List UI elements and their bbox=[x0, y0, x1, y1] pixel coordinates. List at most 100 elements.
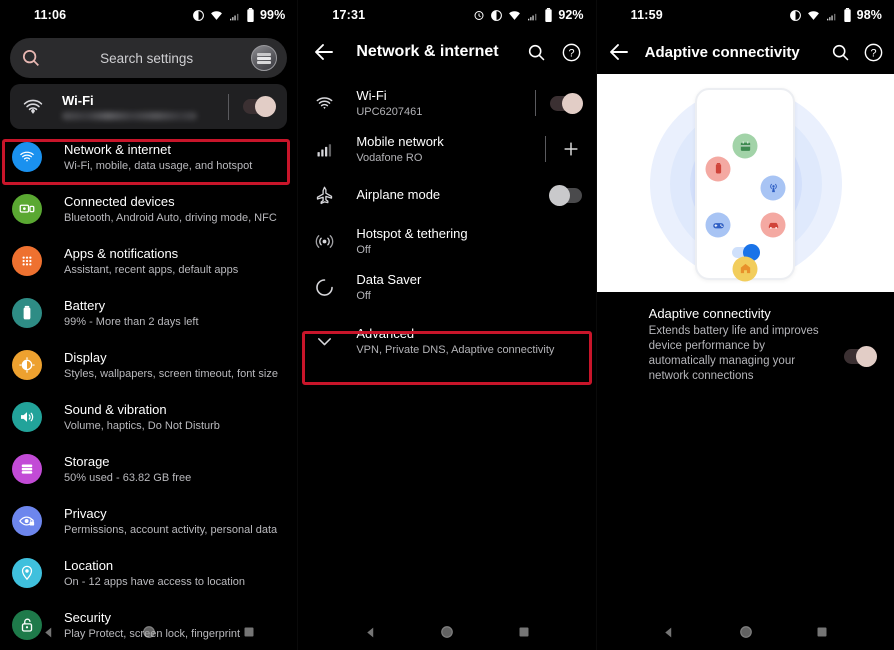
brightness-icon bbox=[19, 357, 35, 373]
settings-row-subtitle: Assistant, recent apps, default apps bbox=[64, 263, 239, 276]
row-toggle[interactable] bbox=[548, 184, 582, 206]
back-arrow-icon[interactable] bbox=[312, 40, 336, 64]
adaptive-connectivity-toggle[interactable] bbox=[843, 345, 877, 367]
status-icons: 92% bbox=[473, 8, 584, 22]
network-row-title: Mobile network bbox=[356, 133, 444, 149]
status-bar: 11:59 98% bbox=[597, 0, 894, 30]
wifi-icon bbox=[509, 10, 521, 20]
signal-icon bbox=[826, 13, 835, 20]
search-icon[interactable] bbox=[526, 42, 547, 63]
app-bar: Adaptive connectivity ? bbox=[597, 30, 894, 74]
network-row[interactable]: Advanced VPN, Private DNS, Adaptive conne… bbox=[298, 318, 595, 364]
app-bar: Network & internet ? bbox=[298, 30, 595, 74]
help-icon[interactable]: ? bbox=[561, 42, 582, 63]
settings-row[interactable]: Storage 50% used - 63.82 GB free bbox=[0, 443, 297, 495]
network-row-icon bbox=[312, 331, 336, 352]
wifi-icon bbox=[211, 10, 222, 20]
nav-recents-icon[interactable] bbox=[243, 626, 255, 638]
network-row[interactable]: Hotspot & tethering Off bbox=[298, 218, 595, 264]
illustration-bubble bbox=[732, 256, 758, 282]
settings-row-subtitle: 50% used - 63.82 GB free bbox=[64, 471, 192, 484]
help-icon[interactable]: ? bbox=[863, 42, 884, 63]
nav-back-icon[interactable] bbox=[42, 626, 55, 639]
network-row-text: Wi-Fi UPC6207461 bbox=[356, 88, 520, 119]
eye-lock-icon bbox=[19, 516, 35, 526]
setting-text: Adaptive connectivity Extends battery li… bbox=[649, 306, 844, 384]
illustration-bubble bbox=[732, 133, 758, 159]
settings-row[interactable]: Connected devices Bluetooth, Android Auto… bbox=[0, 183, 297, 235]
three-panel-screenshot: 11:06 99% Search settings Wi-Fi Network … bbox=[0, 0, 894, 650]
wifi-icon bbox=[22, 96, 46, 118]
status-bar: 17:31 92% bbox=[298, 0, 595, 30]
network-row-title: Hotspot & tethering bbox=[356, 225, 468, 241]
avatar[interactable] bbox=[251, 45, 278, 71]
settings-row[interactable]: Display Styles, wallpapers, screen timeou… bbox=[0, 339, 297, 391]
network-row-text: Mobile network Vodafone RO bbox=[356, 134, 530, 165]
phone-illustration bbox=[695, 88, 796, 282]
nav-recents-icon[interactable] bbox=[518, 626, 530, 638]
nav-back-icon[interactable] bbox=[662, 626, 675, 639]
settings-row[interactable]: Sound & vibration Volume, haptics, Do Not… bbox=[0, 391, 297, 443]
settings-row-subtitle: Bluetooth, Android Auto, driving mode, N… bbox=[64, 211, 277, 224]
network-row-title: Data Saver bbox=[356, 271, 422, 287]
page-title: Adaptive connectivity bbox=[644, 43, 800, 61]
calendar-icon bbox=[740, 141, 750, 151]
settings-row-icon-badge bbox=[12, 558, 42, 588]
settings-row-icon-badge bbox=[12, 246, 42, 276]
nav-home-icon[interactable] bbox=[739, 625, 753, 639]
storage-icon bbox=[21, 464, 33, 474]
network-row-icon bbox=[312, 231, 336, 252]
network-row[interactable]: Data Saver Off bbox=[298, 264, 595, 310]
back-arrow-icon[interactable] bbox=[607, 40, 631, 64]
search-placeholder: Search settings bbox=[100, 50, 194, 66]
settings-row[interactable]: Battery 99% - More than 2 days left bbox=[0, 287, 297, 339]
nav-recents-icon[interactable] bbox=[816, 626, 828, 638]
wifi-quick-card[interactable]: Wi-Fi bbox=[10, 84, 288, 129]
network-row-title: Advanced bbox=[356, 325, 415, 341]
panel-settings-home: 11:06 99% Search settings Wi-Fi Network … bbox=[0, 0, 298, 650]
nav-home-icon[interactable] bbox=[440, 625, 454, 639]
network-row[interactable]: Wi-Fi UPC6207461 bbox=[298, 80, 595, 126]
battery-icon bbox=[715, 163, 722, 174]
location-pin-icon bbox=[21, 565, 33, 581]
settings-row[interactable]: Privacy Permissions, account activity, pe… bbox=[0, 495, 297, 547]
network-row[interactable]: Airplane mode bbox=[298, 172, 595, 218]
cell-tower-icon bbox=[769, 184, 777, 193]
status-icons: 98% bbox=[789, 8, 882, 22]
settings-row-text: Battery 99% - More than 2 days left bbox=[64, 298, 199, 329]
settings-row[interactable]: Network & internet Wi-Fi, mobile, data us… bbox=[0, 131, 297, 183]
settings-row[interactable]: Apps & notifications Assistant, recent ap… bbox=[0, 235, 297, 287]
settings-row-title: Storage bbox=[64, 453, 110, 469]
data-saver-icon bbox=[316, 278, 333, 296]
network-row-text: Airplane mode bbox=[356, 187, 549, 203]
add-network-button[interactable] bbox=[560, 138, 582, 160]
search-icon[interactable] bbox=[830, 42, 851, 63]
wifi-card-toggle[interactable] bbox=[243, 96, 277, 117]
settings-row-title: Privacy bbox=[64, 505, 107, 521]
settings-row-title: Display bbox=[64, 349, 107, 365]
settings-row-text: Apps & notifications Assistant, recent ap… bbox=[64, 246, 238, 277]
nav-back-icon[interactable] bbox=[364, 626, 377, 639]
status-time: 11:59 bbox=[630, 8, 663, 22]
search-icon bbox=[22, 49, 39, 66]
settings-row-subtitle: On - 12 apps have access to location bbox=[64, 575, 245, 588]
network-row[interactable]: Mobile network Vodafone RO bbox=[298, 126, 595, 172]
app-bar-actions: ? bbox=[526, 42, 582, 63]
dnd-icon bbox=[491, 9, 503, 21]
hotspot-icon bbox=[315, 234, 334, 248]
settings-row[interactable]: Location On - 12 apps have access to loca… bbox=[0, 547, 297, 599]
wifi-card-ssid-redacted bbox=[62, 112, 197, 120]
settings-row-title: Network & internet bbox=[64, 141, 171, 157]
settings-row-subtitle: Styles, wallpapers, screen timeout, font… bbox=[64, 367, 278, 380]
row-toggle[interactable] bbox=[549, 92, 583, 114]
app-bar-actions: ? bbox=[830, 42, 884, 63]
settings-row-icon-badge bbox=[12, 350, 42, 380]
setting-description: Extends battery life and improves device… bbox=[648, 325, 819, 382]
battery-percent: 99% bbox=[260, 8, 286, 22]
wifi-icon bbox=[807, 10, 819, 20]
adaptive-connectivity-setting-row[interactable]: Adaptive connectivity Extends battery li… bbox=[597, 292, 894, 384]
nav-home-icon[interactable] bbox=[142, 625, 156, 639]
search-bar[interactable]: Search settings bbox=[10, 38, 288, 78]
network-row-icon bbox=[312, 93, 336, 114]
gamepad-icon bbox=[713, 223, 724, 229]
